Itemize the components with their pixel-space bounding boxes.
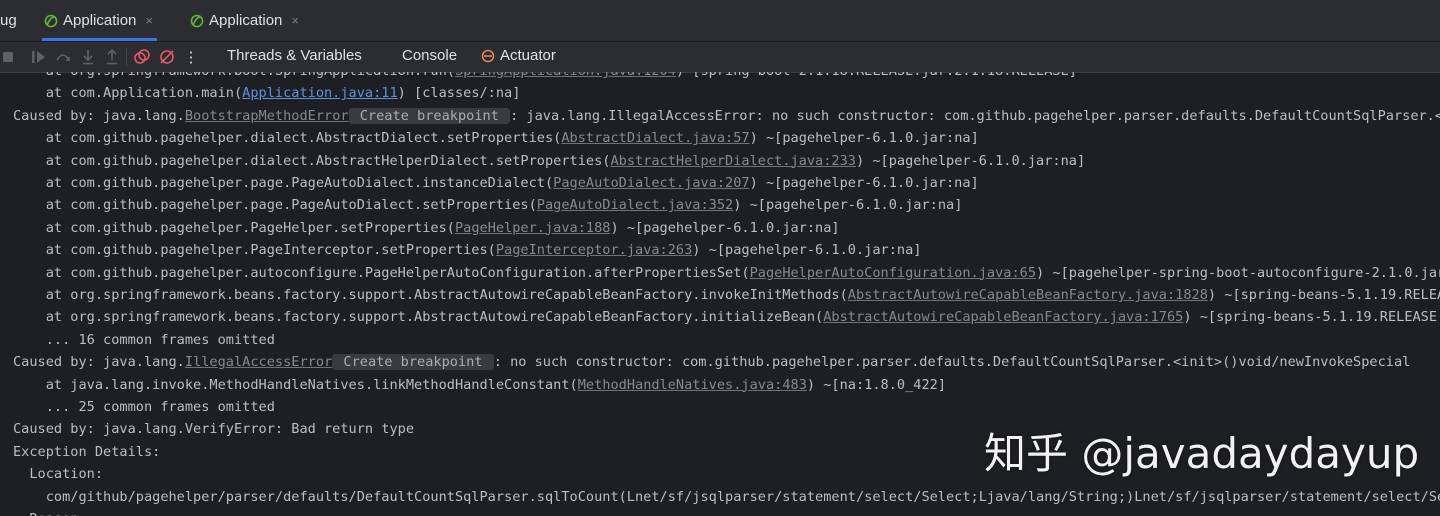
source-link[interactable]: PageHelperAutoConfiguration.java:65 <box>750 265 1036 281</box>
run-tab-bar: ug Application × Application × <box>0 0 1440 42</box>
console-line: ... 16 common frames omitted <box>13 329 275 351</box>
debug-toolbar: ⋮ Threads & Variables Console Actuator <box>0 42 1440 73</box>
console-line: at com.github.pagehelper.dialect.Abstrac… <box>13 150 1085 172</box>
console-line: at com.Application.main(Application.java… <box>13 82 521 104</box>
console-line: at com.github.pagehelper.page.PageAutoDi… <box>13 194 963 216</box>
source-link[interactable]: PageAutoDialect.java:352 <box>537 197 733 213</box>
console-text: at com.github.pagehelper.PageInterceptor… <box>13 242 496 259</box>
console-text: at com.github.pagehelper.autoconfigure.P… <box>13 264 750 281</box>
console-line: com/github/pagehelper/parser/defaults/De… <box>13 486 1440 508</box>
toolbar-divider <box>126 48 127 66</box>
console-line: ... 25 common frames omitted <box>13 396 275 418</box>
console-text: at com.github.pagehelper.PageHelper.setP… <box>13 219 455 236</box>
source-link[interactable]: SpringApplication.java:1204 <box>455 72 676 79</box>
console-line: at java.lang.invoke.MethodHandleNatives.… <box>13 374 946 396</box>
console-line: at org.springframework.beans.factory.sup… <box>13 284 1440 306</box>
console-line: at com.github.pagehelper.dialect.Abstrac… <box>13 127 979 149</box>
source-link[interactable]: AbstractAutowireCapableBeanFactory.java:… <box>823 309 1183 325</box>
console-text: ) ~[pagehelper-6.1.0.jar:na] <box>692 242 922 259</box>
close-icon[interactable]: × <box>145 13 153 28</box>
console-text: ) ~[pagehelper-6.1.0.jar:na] <box>749 130 979 147</box>
actuator-icon <box>481 49 495 62</box>
console-line: Reason: <box>13 508 86 516</box>
tab-application-1[interactable]: Application × <box>42 0 157 41</box>
tab-label: Application <box>209 12 283 29</box>
create-breakpoint-button[interactable]: Create breakpoint <box>348 107 511 124</box>
spring-boot-icon <box>190 14 204 27</box>
console-text: ) ~[pagehelper-6.1.0.jar:na] <box>733 197 963 214</box>
source-link[interactable]: PageAutoDialect.java:207 <box>553 175 749 191</box>
console-text: at org.springframework.beans.factory.sup… <box>13 287 848 303</box>
console-line: Caused by: java.lang.BootstrapMethodErro… <box>13 105 1440 127</box>
console-text: ) ~[na:1.8.0_422] <box>806 376 947 393</box>
spring-boot-icon <box>44 14 58 27</box>
console-line: at com.github.pagehelper.PageHelper.setP… <box>13 217 840 239</box>
mute-breakpoints-icon[interactable] <box>159 49 175 65</box>
console-line: Location: <box>13 463 103 485</box>
console-text: Caused by: java.lang.VerifyError: Bad re… <box>13 421 415 438</box>
console-text: ) ~[spring-beans-5.1.19.RELEASE.jar:5 <box>1183 309 1440 326</box>
console-line: Exception Details: <box>13 441 160 463</box>
source-link[interactable]: Application.java:11 <box>242 85 398 101</box>
console-text: Exception Details: <box>13 443 161 460</box>
console-text: Reason: <box>13 511 86 516</box>
console-text: ... 16 common frames omitted <box>13 331 275 348</box>
console-line: Caused by: java.lang.VerifyError: Bad re… <box>13 418 414 440</box>
console-text: at org.springframework.beans.factory.sup… <box>13 309 824 326</box>
tab-actuator-label: Actuator <box>500 47 556 64</box>
resume-icon[interactable] <box>31 49 47 65</box>
console-text: ) ~[pagehelper-6.1.0.jar:na] <box>855 152 1086 169</box>
console-line: at com.github.pagehelper.PageInterceptor… <box>13 239 922 261</box>
console-line: at org.springframework.boot.SpringApplic… <box>13 72 1077 82</box>
source-link[interactable]: PageInterceptor.java:263 <box>496 242 692 258</box>
console-text: Caused by: java.lang. <box>13 107 185 124</box>
console-text: Caused by: java.lang. <box>13 354 185 371</box>
console-text: at com.github.pagehelper.page.PageAutoDi… <box>13 197 537 214</box>
more-options-icon[interactable]: ⋮ <box>184 46 199 68</box>
console-line: at com.github.pagehelper.autoconfigure.P… <box>13 262 1440 284</box>
step-out-icon[interactable] <box>104 49 120 65</box>
source-link[interactable]: AbstractDialect.java:57 <box>561 130 749 146</box>
console-text: ) ~[spring-beans-5.1.19.RELEASE.jar <box>1207 287 1440 303</box>
console-text: : java.lang.IllegalAccessError: no such … <box>510 107 1440 124</box>
tab-actuator[interactable]: Actuator <box>481 47 556 64</box>
debug-tab-fragment[interactable]: ug <box>0 0 17 41</box>
step-over-icon[interactable] <box>55 49 71 65</box>
console-text: Location: <box>13 466 104 483</box>
source-link[interactable]: BootstrapMethodError <box>185 108 349 124</box>
source-link[interactable]: AbstractHelperDialect.java:233 <box>610 153 856 169</box>
source-link[interactable]: AbstractAutowireCapableBeanFactory.java:… <box>848 287 1208 303</box>
console-line: Caused by: java.lang.IllegalAccessError … <box>13 351 1410 373</box>
watermark: 知乎 @javadaydayup <box>984 429 1420 478</box>
close-icon[interactable]: × <box>291 13 299 28</box>
console-text: at com.github.pagehelper.dialect.Abstrac… <box>13 152 611 169</box>
console-text: ) [classes/:na] <box>397 85 521 102</box>
tab-application-2[interactable]: Application × <box>190 0 299 41</box>
console-text: at com.github.pagehelper.page.PageAutoDi… <box>13 175 554 191</box>
console-text: com/github/pagehelper/parser/defaults/De… <box>13 488 1440 505</box>
tab-label: Application <box>63 12 137 29</box>
tab-console[interactable]: Console <box>402 47 457 64</box>
view-breakpoints-icon[interactable] <box>134 49 150 65</box>
debug-tab-label: ug <box>0 12 17 29</box>
source-link[interactable]: IllegalAccessError <box>185 354 332 370</box>
console-text: ... 25 common frames omitted <box>13 399 275 415</box>
source-link[interactable]: MethodHandleNatives.java:483 <box>578 377 807 393</box>
console-text: ) [spring-boot-2.1.18.RELEASE.jar:2.1.18… <box>676 72 1077 79</box>
console-text: : no such constructor: com.github.pagehe… <box>493 354 1411 371</box>
source-link[interactable]: PageHelper.java:188 <box>455 220 611 236</box>
console-text: at org.springframework.boot.SpringApplic… <box>13 72 455 79</box>
stop-icon[interactable] <box>1 49 15 65</box>
tab-threads-variables[interactable]: Threads & Variables <box>227 47 362 64</box>
console-text: ) ~[pagehelper-spring-boot-autoconfigure… <box>1036 264 1440 281</box>
console-text: at java.lang.invoke.MethodHandleNatives.… <box>13 376 578 393</box>
console-line: at org.springframework.beans.factory.sup… <box>13 306 1440 328</box>
console-text: ) ~[pagehelper-6.1.0.jar:na] <box>749 175 979 191</box>
step-into-icon[interactable] <box>80 49 96 65</box>
console-text: at com.Application.main( <box>13 85 243 102</box>
console-text: at com.github.pagehelper.dialect.Abstrac… <box>13 130 562 147</box>
create-breakpoint-button[interactable]: Create breakpoint <box>332 354 494 371</box>
console-line: at com.github.pagehelper.page.PageAutoDi… <box>13 172 979 194</box>
console-text: ) ~[pagehelper-6.1.0.jar:na] <box>610 219 840 236</box>
